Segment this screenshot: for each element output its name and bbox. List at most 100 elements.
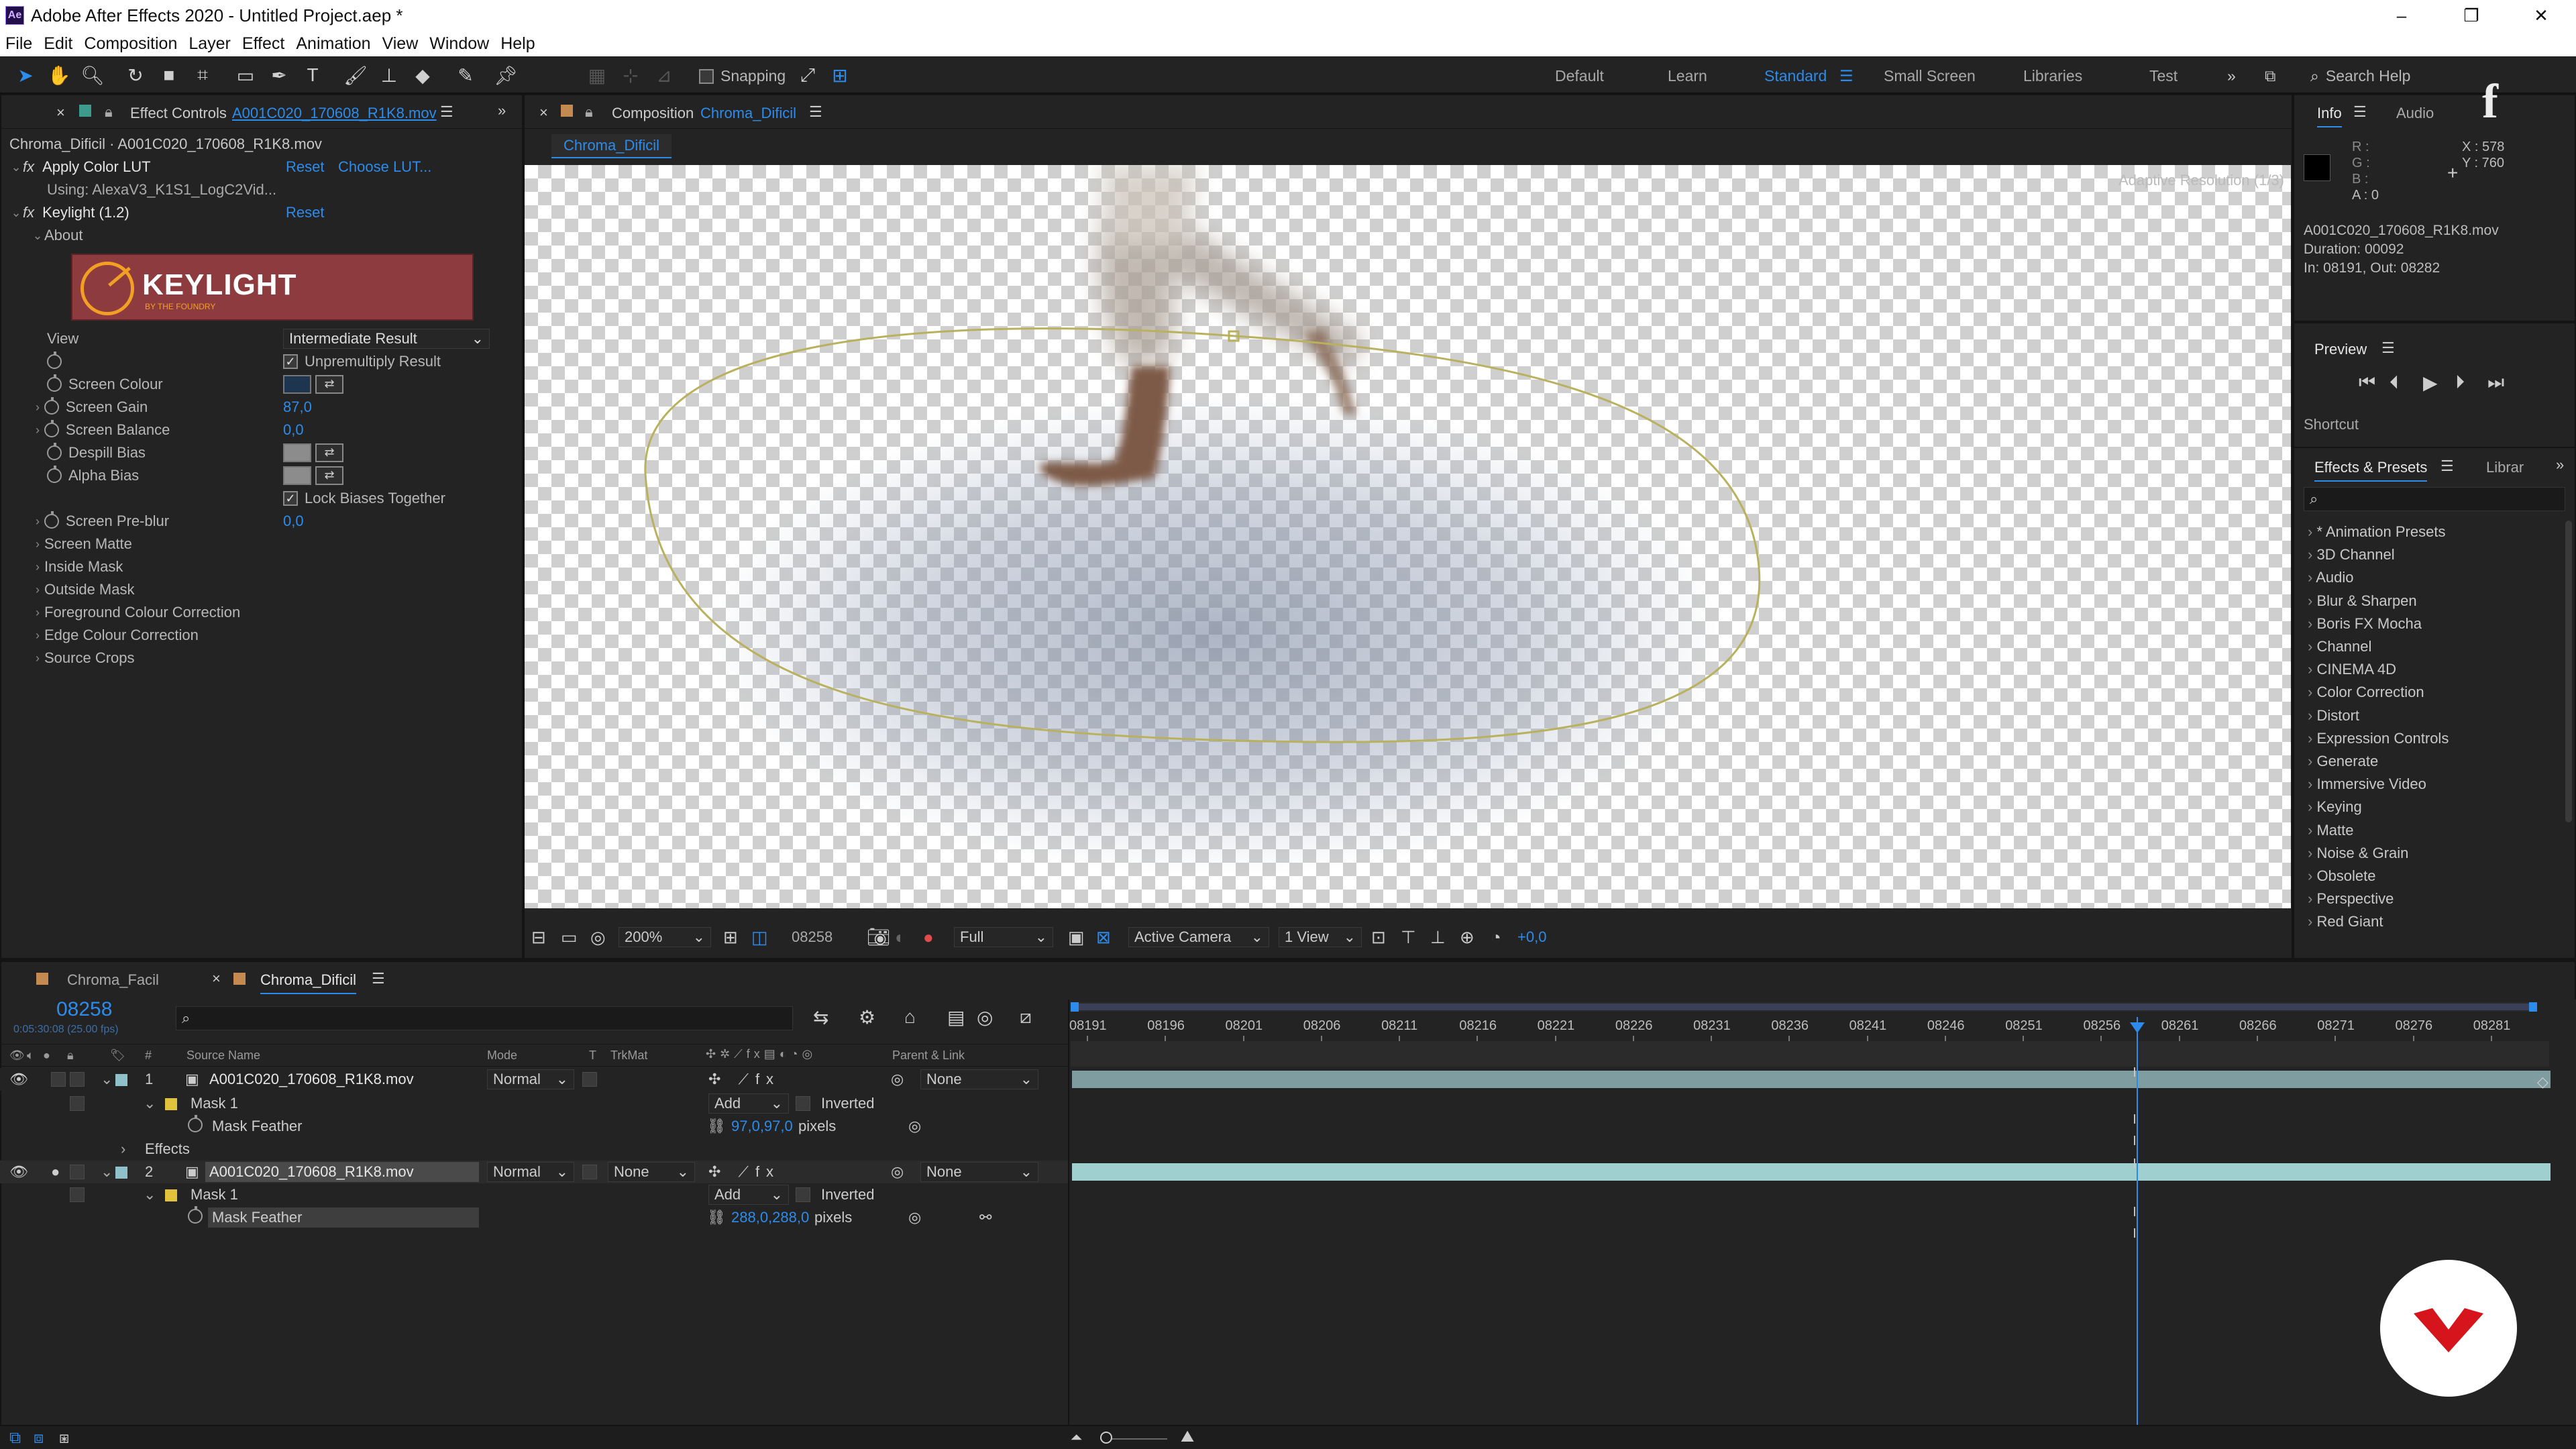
trkmat-dropdown[interactable]: None ⌄ (608, 1162, 695, 1182)
close-tab-icon[interactable]: × (539, 104, 548, 121)
keylight-row[interactable]: ⌄ fx Keylight (1.2) Reset (9, 201, 324, 224)
viewer-timecode[interactable]: 08258 (792, 928, 833, 946)
constrain-link-icon[interactable]: ⛓︎ (707, 1209, 726, 1226)
group-edge-colour-correction[interactable]: › Edge Colour Correction (31, 624, 199, 647)
group-source-crops[interactable]: › Source Crops (31, 647, 135, 669)
show-snapshot-icon[interactable]: ◐ (895, 927, 906, 948)
snapshot-camera-icon[interactable]: 📷︎ (867, 926, 891, 948)
timeline-icon[interactable]: ⊥ (1430, 927, 1446, 948)
layer-2-row[interactable]: 👁︎ ● ⌄ 2 ▣ A001C020_170608_R1K8.mov Norm… (0, 1161, 1068, 1183)
label-color-icon[interactable] (115, 1167, 127, 1179)
effects-category-item[interactable]: › Generate (2308, 753, 2378, 770)
layer-2-mask-row[interactable]: ⌄ Mask 1 Add ⌄ Inverted (0, 1183, 1068, 1206)
maximize-button[interactable]: ❐ (2436, 0, 2506, 31)
effects-category-item[interactable]: › * Animation Presets (2308, 523, 2445, 541)
effects-category-item[interactable]: › Boris FX Mocha (2308, 615, 2422, 633)
expand-chevron-icon[interactable]: ⌄ (101, 1071, 113, 1088)
eraser-tool-icon[interactable]: ◆ (409, 62, 436, 89)
view-dropdown[interactable]: Intermediate Result ⌄ (283, 329, 490, 349)
expression-graph-icon[interactable]: ⚯ (979, 1209, 991, 1226)
playhead-handle[interactable] (2130, 1022, 2145, 1033)
unpremultiply-checkbox[interactable]: ✓ (283, 354, 298, 369)
toggle-pixel-aspect-icon[interactable]: ⊡ (1371, 927, 1386, 948)
minimize-button[interactable]: – (2367, 0, 2436, 31)
label-color-icon[interactable] (115, 1074, 127, 1086)
expand-chevron-icon[interactable]: › (121, 1140, 125, 1158)
effects-search[interactable]: ⌕ (2304, 487, 2565, 511)
brush-tool-icon[interactable]: 🖌︎ (342, 62, 369, 89)
render-time-toggle-icon[interactable]: ⧆ (59, 1429, 69, 1448)
expand-chevron-icon[interactable]: › (2308, 822, 2316, 839)
reset-exposure-icon[interactable]: ◔ (1491, 927, 1501, 948)
expand-chevron-icon[interactable]: › (2308, 753, 2316, 769)
effects-category-item[interactable]: › Red Giant (2308, 913, 2383, 930)
workspace-default[interactable]: Default (1555, 67, 1604, 85)
graph-editor-icon[interactable]: ⧄ (1020, 1006, 1032, 1028)
camera-tool-icon[interactable]: ■ (156, 62, 182, 89)
keyframe-icon[interactable]: I (2133, 1112, 2142, 1127)
menu-view[interactable]: View (382, 34, 419, 54)
effects-category-item[interactable]: › 3D Channel (2308, 546, 2395, 564)
more-workspaces-icon[interactable]: » (2227, 67, 2236, 85)
rectangle-tool-icon[interactable]: ▭ (232, 62, 259, 89)
stopwatch-icon[interactable] (44, 397, 59, 415)
current-timecode[interactable]: 08258 (56, 998, 112, 1021)
inverted-checkbox[interactable] (796, 1096, 810, 1111)
flowchart-icon[interactable]: ⊕ (1460, 927, 1474, 948)
group-screen-matte[interactable]: › Screen Matte (31, 533, 132, 555)
snap-grid-icon[interactable]: ⊞ (826, 62, 853, 89)
keyframe-icon[interactable]: I (2133, 1226, 2142, 1241)
parent-dropdown[interactable]: None ⌄ (920, 1069, 1038, 1089)
stopwatch-icon[interactable] (188, 1115, 209, 1136)
playhead-line[interactable]: I I I I I I (2130, 1017, 2145, 1428)
lock-toggle[interactable] (70, 1165, 85, 1179)
layer-source-name[interactable]: A001C020_170608_R1K8.mov (209, 1071, 414, 1088)
mask-color-icon[interactable] (165, 1098, 177, 1110)
composition-breadcrumb[interactable]: Chroma_Dificil (551, 134, 672, 158)
first-frame-icon[interactable]: ⏮ (2359, 372, 2375, 394)
keyframe-icon[interactable]: I (2133, 1205, 2142, 1220)
info-tab[interactable]: Info (2317, 105, 2342, 127)
layer-2-duration-bar-selected[interactable] (1072, 1163, 2551, 1181)
panel-menu-icon[interactable]: ☰ (440, 103, 453, 121)
expand-chevron-icon[interactable]: › (31, 515, 44, 529)
transfer-controls-toggle-icon[interactable]: ⧈ (34, 1429, 44, 1448)
workspace-menu-icon[interactable]: ☰ (1839, 67, 1854, 85)
menu-edit[interactable]: Edit (44, 34, 72, 54)
group-outside-mask[interactable]: › Outside Mask (31, 578, 135, 601)
views-dropdown[interactable]: 1 View ⌄ (1279, 927, 1362, 947)
panel-menu-icon[interactable]: ☰ (2381, 339, 2395, 357)
work-area-end-handle[interactable] (2529, 1002, 2537, 1012)
stopwatch-icon[interactable] (47, 374, 62, 392)
effects-category-item[interactable]: › Matte (2308, 822, 2353, 839)
time-ruler[interactable]: 08191 08196 08201 08206 08211 08216 08221 08226… (1069, 1014, 2533, 1041)
menu-help[interactable]: Help (500, 34, 535, 54)
snapping-checkbox[interactable] (699, 68, 714, 84)
expand-chevron-icon[interactable]: › (2308, 592, 2316, 609)
effects-presets-tab[interactable]: Effects & Presets (2314, 459, 2428, 482)
more-tabs-icon[interactable]: » (2556, 456, 2564, 474)
expand-chevron-icon[interactable]: › (2308, 569, 2316, 586)
panel-menu-icon[interactable]: ☰ (2440, 458, 2454, 475)
camera-dropdown[interactable]: Active Camera ⌄ (1128, 927, 1269, 947)
layer-search[interactable]: ⌕ (176, 1006, 793, 1030)
last-frame-icon[interactable]: ⏭ (2487, 372, 2504, 394)
expand-chevron-icon[interactable]: › (31, 423, 44, 437)
preserve-transparency-toggle[interactable] (582, 1072, 597, 1087)
region-of-interest-icon[interactable]: ◫ (751, 927, 768, 948)
expand-chevron-icon[interactable]: ⌄ (101, 1163, 113, 1181)
menu-animation[interactable]: Animation (296, 34, 370, 54)
type-tool-icon[interactable]: T (299, 62, 326, 89)
work-area-bar[interactable] (1071, 1002, 2537, 1012)
monitor-icon[interactable]: ▭ (561, 927, 578, 948)
motion-blur-icon[interactable]: ◎ (977, 1006, 993, 1028)
eyedropper-icon[interactable]: ⇄ (315, 443, 343, 462)
alpha-bias-swatch[interactable] (283, 466, 311, 485)
screen-preblur-value[interactable]: 0,0 (283, 513, 304, 530)
effects-scrollbar[interactable] (2565, 521, 2572, 822)
region-icon[interactable]: ▣ (1068, 927, 1085, 948)
expand-chevron-icon[interactable]: › (2308, 775, 2316, 792)
fx-icon[interactable]: fx (23, 204, 34, 221)
expand-chevron-icon[interactable]: ⌄ (144, 1186, 156, 1203)
expand-chevron-icon[interactable]: › (31, 606, 44, 620)
